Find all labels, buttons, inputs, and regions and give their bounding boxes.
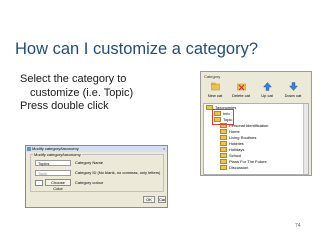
category-toolbar: New cat Delete cat Up cat Down cat [203, 80, 309, 102]
tree-item-living-routines[interactable]: Living Routines [220, 135, 257, 141]
category-name-input[interactable]: Topics [35, 160, 71, 166]
slide-title: How can I customize a category? [15, 40, 259, 58]
color-swatch [35, 180, 43, 186]
category-id-input[interactable]: Topic [35, 170, 71, 176]
up-arrow-icon [263, 82, 272, 91]
category-tree[interactable]: Taxonomies Info Topic Personal Identific… [203, 103, 309, 175]
dialog-ok-button[interactable]: OK [143, 196, 155, 203]
delete-category-button[interactable]: Delete cat [229, 80, 253, 102]
window-icon [27, 147, 31, 151]
tree-item-label: Holidays [229, 147, 245, 152]
down-category-button[interactable]: Down cat [281, 80, 305, 102]
tree-item-holidays[interactable]: Holidays [220, 147, 245, 153]
dialog-group: Modify category/taxonomy Topics Category… [30, 152, 164, 192]
tree-item-discussion[interactable]: Discussion [220, 165, 249, 171]
folder-icon [220, 129, 227, 135]
category-id-label: Category ID (No blank, no commas, only l… [75, 170, 161, 175]
dialog-title: Modify category/taxonomy [32, 146, 79, 151]
up-category-button[interactable]: Up cat [255, 80, 279, 102]
tree-item-school[interactable]: School [220, 153, 242, 159]
bullet-line-1: Select the category to [20, 73, 127, 85]
tree-item-home[interactable]: Home [220, 129, 240, 135]
category-name-label: Category Name [75, 160, 104, 165]
category-panel: Category New cat Delete cat Up cat Down … [200, 71, 312, 176]
page-number: 74 [295, 223, 301, 229]
tree-item-label: Personal Identification [229, 123, 269, 128]
dialog-cancel-button[interactable]: Cancel [158, 196, 166, 203]
close-icon[interactable]: × [162, 147, 166, 151]
selection-highlight [212, 109, 234, 125]
new-folder-icon [211, 82, 220, 91]
folder-icon [220, 153, 227, 159]
tree-item-label: Living Routines [229, 135, 257, 140]
folder-icon [220, 141, 227, 147]
tree-scrollbar[interactable] [303, 104, 308, 174]
down-arrow-icon [289, 82, 298, 91]
tree-item-label: Home [229, 129, 240, 134]
folder-icon [220, 147, 227, 153]
down-category-label: Down cat [284, 93, 302, 98]
folder-icon [220, 165, 227, 171]
folder-icon [220, 135, 227, 141]
tree-item-label: School [229, 153, 242, 158]
up-category-label: Up cat [261, 93, 273, 98]
tree-item-label: Plans For The Future [229, 159, 267, 164]
delete-folder-icon [237, 83, 246, 91]
delete-category-label: Delete cat [231, 93, 250, 98]
tree-item-label: Hobbies [229, 141, 244, 146]
category-colour-label: Category colour [75, 180, 104, 185]
tree-item-plans-for-the-future[interactable]: Plans For The Future [220, 159, 267, 165]
new-category-button[interactable]: New cat [203, 80, 227, 102]
bullet-line-2: customize (i.e. Topic) [30, 86, 134, 99]
category-panel-header: Category [204, 74, 221, 79]
tree-item-hobbies[interactable]: Hobbies [220, 141, 244, 147]
tree-item-label: Discussion [229, 165, 249, 170]
new-category-label: New cat [207, 93, 223, 98]
folder-icon [220, 159, 227, 165]
bullet-line-3: Press double click [20, 100, 109, 112]
slide-bullets: Select the category to customize (i.e. T… [20, 73, 133, 114]
group-label: Modify category/taxonomy [33, 152, 82, 157]
choose-color-button[interactable]: Choose Color [45, 179, 71, 191]
